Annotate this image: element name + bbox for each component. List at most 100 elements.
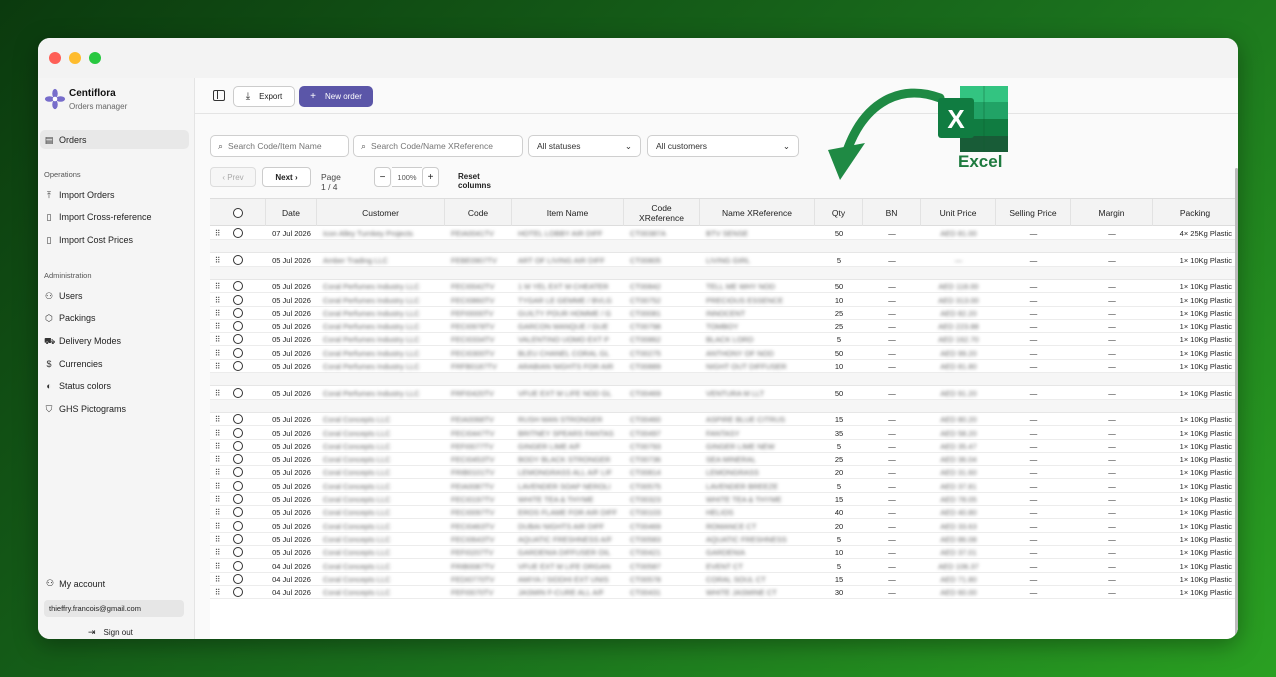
drag-handle-icon[interactable]: ⠿ [210,333,224,346]
close-window-button[interactable] [49,52,61,64]
drag-handle-icon[interactable]: ⠿ [210,427,224,440]
drag-handle-icon[interactable]: ⠿ [210,520,224,533]
sidebar-item-import-orders[interactable]: ⤒ Import Orders [40,185,189,204]
select-all-radio[interactable] [210,199,266,226]
drag-handle-icon[interactable]: ⠿ [210,533,224,546]
row-select-radio[interactable] [233,494,243,504]
reset-columns-button[interactable]: Reset columns [458,172,491,190]
drag-handle-icon[interactable]: ⠿ [210,294,224,307]
row-select-radio[interactable] [233,347,243,358]
drag-handle-icon[interactable]: ⠿ [210,413,224,426]
table-row[interactable]: ⠿ 05 Jul 2026 Coral Concepts LLC FECI0643TV… [210,533,1238,546]
drag-handle-icon[interactable]: ⠿ [210,440,224,453]
drag-handle-icon[interactable]: ⠿ [210,493,224,506]
drag-handle-icon[interactable]: ⠿ [210,586,224,599]
row-select-radio[interactable] [233,361,243,371]
search-xref-input[interactable] [371,141,512,151]
column-header[interactable]: Margin [1071,199,1153,226]
drag-handle-icon[interactable]: ⠿ [210,480,224,493]
search-xref-field[interactable]: ⌕ [353,135,523,157]
sidebar-item-orders[interactable]: ▤ Orders [40,130,189,149]
column-header[interactable]: Customer [317,199,445,226]
table-row[interactable]: ⠿ 05 Jul 2026 Coral Concepts LLC FECI0453TV… [210,453,1238,467]
column-header[interactable]: Code [445,199,512,226]
table-row[interactable]: ⠿ 05 Jul 2026 Coral Perfumes Industry LLC F… [210,320,1238,334]
table-row[interactable]: ⠿ 05 Jul 2026 Coral Perfumes Industry LLC F… [210,307,1238,320]
drag-handle-icon[interactable]: ⠿ [210,453,224,466]
row-select-radio[interactable] [233,228,243,238]
drag-handle-icon[interactable]: ⠿ [210,573,224,586]
export-button[interactable]: ⤓ Export [233,86,295,107]
sidebar-item-users[interactable]: ⚇ Users [40,286,189,305]
drag-handle-icon[interactable]: ⠿ [210,307,224,320]
row-select-radio[interactable] [233,480,243,491]
row-select-radio[interactable] [233,387,243,398]
row-select-radio[interactable] [233,254,243,265]
drag-handle-icon[interactable]: ⠿ [210,360,224,373]
table-row[interactable]: ⠿ 05 Jul 2026 Coral Perfumes Industry LLC F… [210,280,1238,294]
drag-handle-icon[interactable]: ⠿ [210,280,224,293]
table-row[interactable]: ⠿ 07 Jul 2026 Icon Alley Turnkey Projects F… [210,227,1238,240]
drag-handle-icon[interactable]: ⠿ [210,466,224,479]
drag-handle-icon[interactable]: ⠿ [210,387,224,400]
table-row[interactable]: ⠿ 05 Jul 2026 Coral Perfumes Industry LLC F… [210,387,1238,400]
row-select-radio[interactable] [233,414,243,425]
prev-page-button[interactable]: ‹ Prev [210,167,256,187]
zoom-out-button[interactable]: − [374,167,391,187]
table-row[interactable]: ⠿ 04 Jul 2026 Coral Concepts LLC FEFI0070TV… [210,586,1238,600]
table-row[interactable]: ⠿ 05 Jul 2026 Amber Trading LLC FEBE0907TV A… [210,254,1238,267]
new-order-button[interactable]: + New order [299,86,373,107]
sidebar-item-status-colors[interactable]: ◐ Status colors [40,376,189,395]
table-row[interactable]: ⠿ 05 Jul 2026 Coral Perfumes Industry LLC F… [210,333,1238,347]
table-row[interactable]: ⠿ 05 Jul 2026 Coral Concepts LLC FEIA0087TV… [210,480,1238,493]
column-header[interactable]: BN [863,199,921,226]
table-row[interactable]: ⠿ 05 Jul 2026 Coral Concepts LLC FEFI0207TV… [210,546,1238,560]
row-select-radio[interactable] [233,547,243,558]
drag-handle-icon[interactable]: ⠿ [210,227,224,240]
drag-handle-icon[interactable]: ⠿ [210,546,224,559]
column-header[interactable]: Item Name [512,199,624,226]
column-header[interactable]: Unit Price [921,199,996,226]
table-row[interactable]: ⠿ 05 Jul 2026 Coral Concepts LLC FECI0197TV… [210,493,1238,506]
sidebar-item-ghs-pictograms[interactable]: ⛉ GHS Pictograms [40,399,189,418]
table-row[interactable]: ⠿ 05 Jul 2026 Coral Concepts LLC FEIA0068TV… [210,413,1238,427]
table-row[interactable]: ⠿ 05 Jul 2026 Coral Concepts LLC FECI0447TV… [210,427,1238,440]
row-select-radio[interactable] [233,440,243,451]
row-select-radio[interactable] [233,467,243,478]
status-select[interactable]: All statuses ⌄ [528,135,641,157]
row-select-radio[interactable] [233,507,243,518]
sidebar-item-currencies[interactable]: $ Currencies [40,354,189,373]
row-select-radio[interactable] [233,307,243,318]
row-select-radio[interactable] [233,560,243,571]
sidebar-item-packings[interactable]: ⬡ Packings [40,308,189,327]
row-select-radio[interactable] [233,573,243,584]
table-row[interactable]: ⠿ 05 Jul 2026 Coral Perfumes Industry LLC F… [210,347,1238,360]
column-header[interactable]: Name XReference [700,199,815,226]
table-row[interactable]: ⠿ 05 Jul 2026 Coral Concepts LLC FECI0097TV… [210,506,1238,520]
table-row[interactable]: ⠿ 05 Jul 2026 Coral Perfumes Industry LLC F… [210,360,1238,373]
row-select-radio[interactable] [233,321,243,332]
row-select-radio[interactable] [233,427,243,438]
row-select-radio[interactable] [233,281,243,292]
zoom-in-button[interactable]: + [422,167,439,187]
column-header[interactable]: Selling Price [996,199,1071,226]
vertical-scrollbar[interactable] [1235,168,1238,638]
zoom-window-button[interactable] [89,52,101,64]
row-select-radio[interactable] [233,454,243,465]
drag-handle-icon[interactable]: ⠿ [210,320,224,333]
column-header[interactable]: Qty [815,199,863,226]
sidebar-item-import-cost-prices[interactable]: ▯ Import Cost Prices [40,230,189,249]
next-page-button[interactable]: Next › [262,167,311,187]
row-select-radio[interactable] [233,587,243,598]
column-header[interactable]: Code XReference [624,199,700,226]
drag-handle-icon[interactable]: ⠿ [210,560,224,573]
minimize-window-button[interactable] [69,52,81,64]
table-row[interactable]: ⠿ 05 Jul 2026 Coral Concepts LLC FECI0463TV… [210,520,1238,533]
drag-handle-icon[interactable]: ⠿ [210,254,224,267]
drag-handle-icon[interactable]: ⠿ [210,347,224,360]
toggle-sidebar-icon[interactable] [213,90,225,101]
table-row[interactable]: ⠿ 04 Jul 2026 Coral Concepts LLC FRIB0087TV… [210,560,1238,573]
drag-handle-icon[interactable]: ⠿ [210,506,224,519]
search-code-item-field[interactable]: ⌕ [210,135,349,157]
sign-out-button[interactable]: ⇥ Sign out [88,627,133,638]
